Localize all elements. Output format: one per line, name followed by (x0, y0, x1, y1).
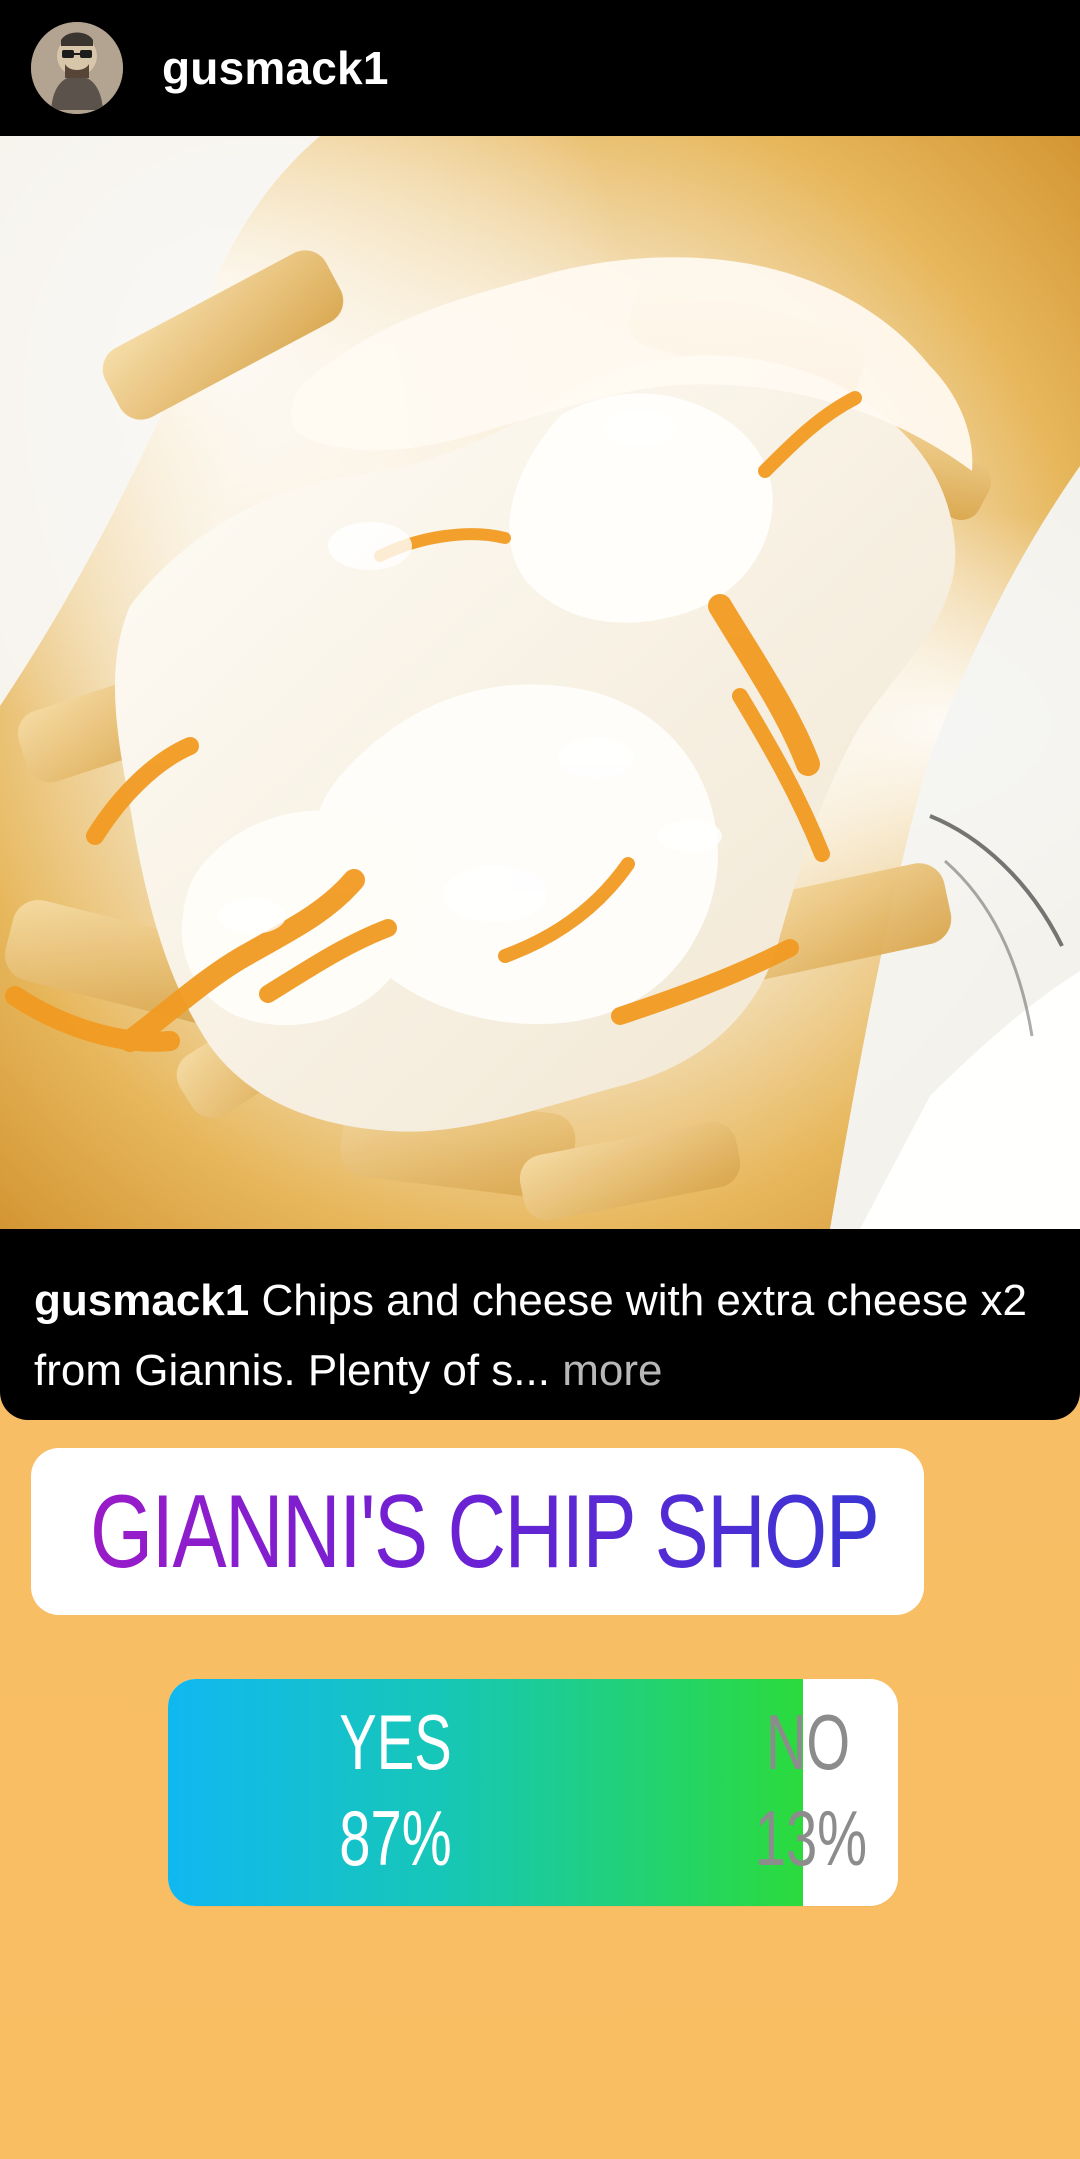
story-header: gusmack1 (0, 0, 1080, 136)
profile-avatar[interactable] (31, 22, 123, 114)
location-sticker[interactable]: GIANNI'S CHIP SHOP (31, 1448, 924, 1615)
poll-sticker: YES 87% NO 13% (168, 1679, 898, 1906)
caption-more-link[interactable]: more (550, 1346, 662, 1395)
poll-yes-percent: 87% (339, 1794, 452, 1882)
caption-username[interactable]: gusmack1 (34, 1276, 249, 1325)
poll-no-label: NO (765, 1698, 851, 1786)
avatar-image (31, 22, 123, 114)
caption-ellipsis: ... (513, 1346, 550, 1395)
story-caption: gusmack1 Chips and cheese with extra che… (0, 1229, 1080, 1420)
poll-option-no[interactable]: NO 13% (734, 1703, 882, 1877)
cheese-fries-image (0, 136, 1080, 1229)
poll-yes-label: YES (339, 1698, 452, 1786)
story-photo (0, 136, 1080, 1229)
location-label: GIANNI'S CHIP SHOP (90, 1473, 880, 1590)
poll-no-percent: 13% (754, 1794, 868, 1882)
poll-option-yes[interactable]: YES 87% (272, 1703, 519, 1877)
header-username[interactable]: gusmack1 (162, 41, 389, 95)
